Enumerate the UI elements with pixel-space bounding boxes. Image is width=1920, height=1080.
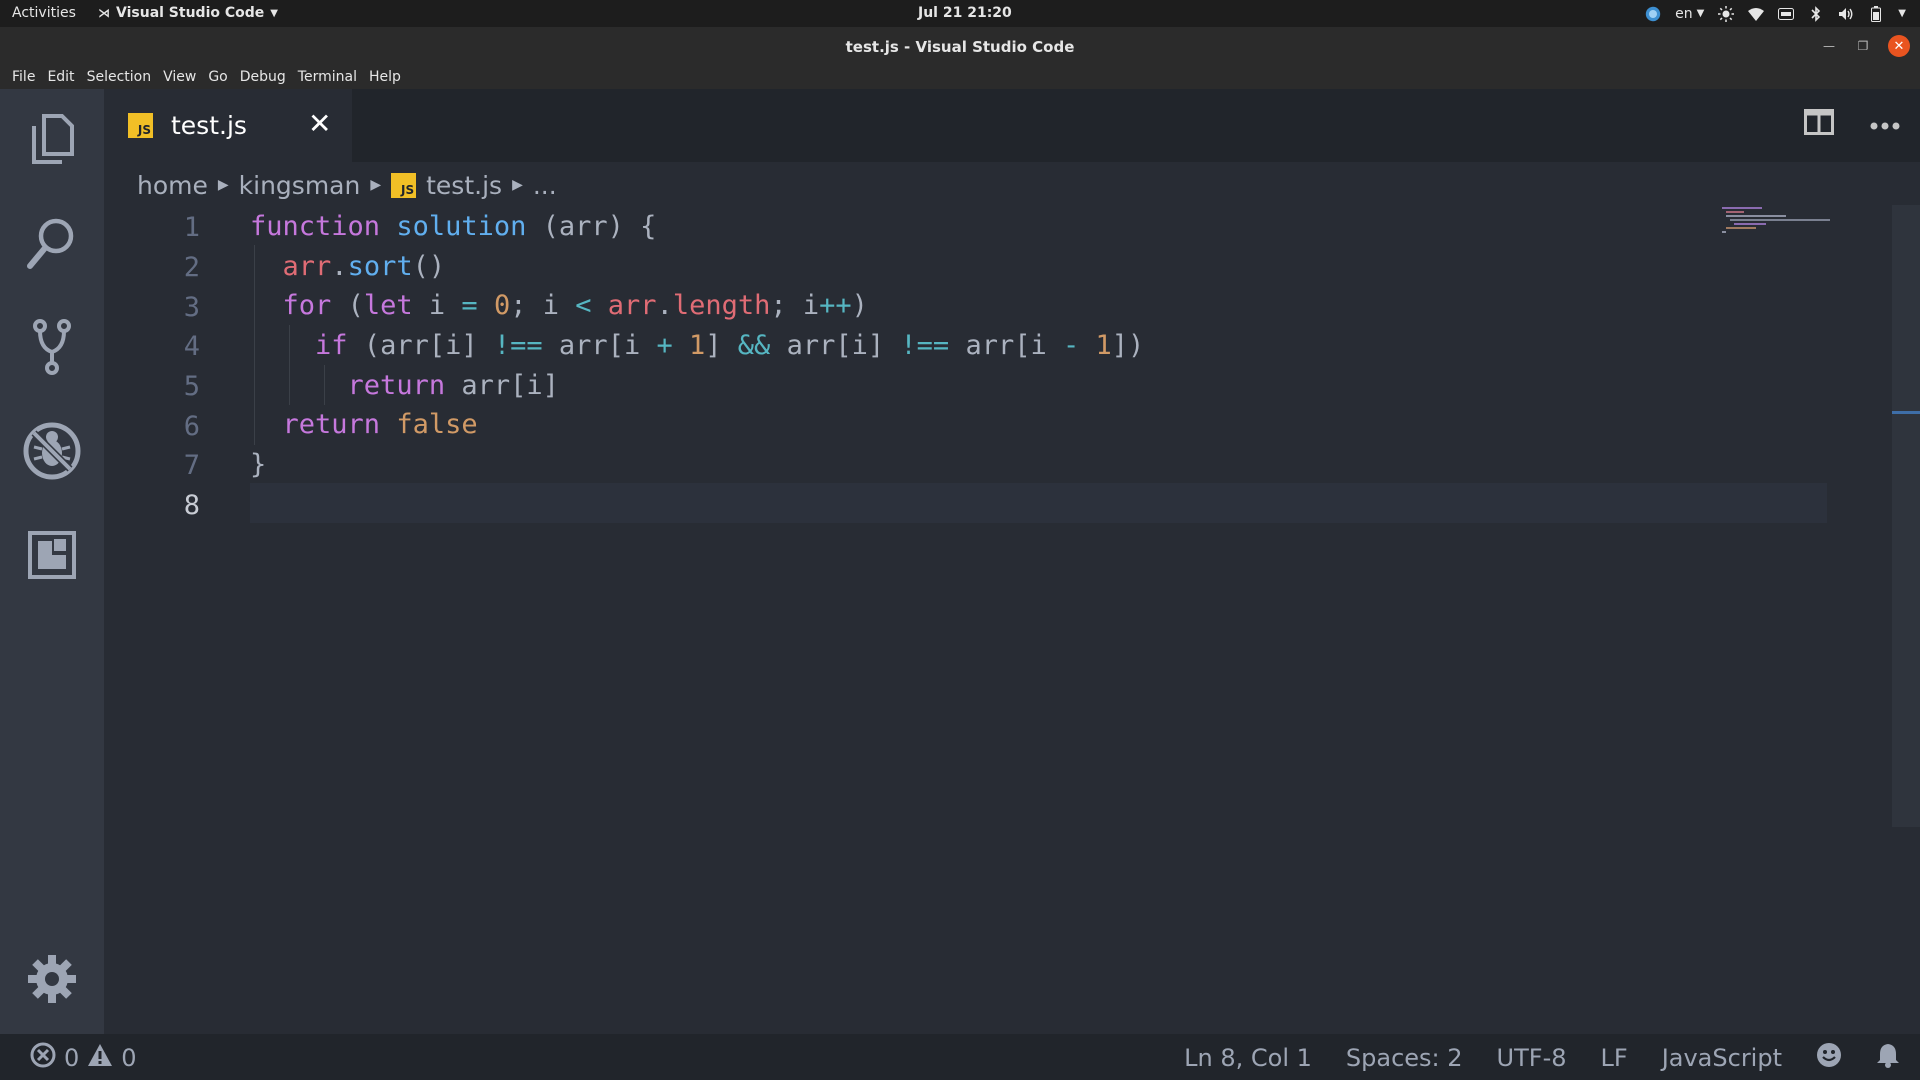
code-line-2: arr.sort()	[282, 251, 446, 282]
chevron-right-icon: ▶	[217, 177, 229, 193]
activity-bar	[0, 89, 104, 1034]
minimap[interactable]	[1722, 205, 1832, 235]
vpn-icon[interactable]	[1778, 6, 1795, 22]
clock[interactable]: Jul 21 21:20	[918, 5, 1012, 21]
menu-debug[interactable]: Debug	[234, 69, 292, 85]
code-editor[interactable]: 1 2 3 4 5 6 7 8 function solution (arr) …	[104, 205, 1892, 1034]
problems-indicator[interactable]: 0 0	[30, 1042, 137, 1074]
debug-icon	[22, 421, 82, 485]
status-bar-right: Ln 8, Col 1 Spaces: 2 UTF-8 LF JavaScrip…	[1184, 1042, 1900, 1074]
search-icon	[26, 216, 78, 274]
chevron-down-icon[interactable]: ▼	[1898, 8, 1906, 19]
status-bar: 0 0 Ln 8, Col 1 Spaces: 2 UTF-8 LF JavaS…	[0, 1034, 1920, 1080]
maximize-button[interactable]: ❐	[1852, 35, 1874, 57]
code-line-5: return arr[i]	[347, 370, 559, 401]
extensions-button[interactable]	[0, 505, 104, 609]
split-editor-icon[interactable]	[1804, 109, 1834, 139]
close-window-button[interactable]: ✕	[1888, 35, 1910, 57]
breadcrumb-symbols[interactable]: ...	[533, 171, 557, 200]
more-actions-icon[interactable]	[1870, 115, 1900, 134]
editor-actions	[1804, 109, 1900, 139]
scrollbar-cursor-marker	[1892, 411, 1920, 414]
extensions-icon	[28, 531, 76, 583]
line-number-active: 8	[183, 490, 200, 521]
battery-icon[interactable]	[1868, 5, 1884, 22]
breadcrumb-kingsman[interactable]: kingsman	[239, 171, 361, 200]
error-icon	[30, 1042, 56, 1074]
tab-test-js[interactable]: JS test.js ✕	[104, 89, 352, 162]
activities-button[interactable]: Activities	[12, 5, 76, 21]
line-number: 7	[183, 450, 200, 481]
menu-selection[interactable]: Selection	[81, 69, 158, 85]
language-selector[interactable]: en ▼	[1675, 6, 1704, 22]
search-button[interactable]	[0, 193, 104, 297]
source-control-button[interactable]	[0, 297, 104, 401]
menu-help[interactable]: Help	[363, 69, 407, 85]
volume-icon[interactable]	[1838, 6, 1854, 22]
window-title: test.js - Visual Studio Code	[845, 38, 1075, 56]
chevron-down-icon: ▼	[270, 7, 278, 19]
manage-button[interactable]	[0, 929, 104, 1033]
line-number: 5	[183, 371, 200, 402]
app-name: Visual Studio Code	[116, 5, 265, 21]
cursor-position[interactable]: Ln 8, Col 1	[1184, 1044, 1312, 1072]
source-control-icon	[32, 318, 72, 380]
window-title-bar: test.js - Visual Studio Code — ❐ ✕	[0, 27, 1920, 65]
encoding[interactable]: UTF-8	[1497, 1044, 1567, 1072]
line-number: 4	[183, 331, 200, 362]
menu-file[interactable]: File	[6, 69, 41, 85]
minimize-button[interactable]: —	[1818, 35, 1840, 57]
language-mode[interactable]: JavaScript	[1662, 1044, 1782, 1072]
breadcrumb-file[interactable]: test.js	[426, 171, 502, 200]
warning-icon	[87, 1043, 113, 1073]
code-line-6: return false	[282, 409, 478, 440]
language-label: en	[1675, 5, 1693, 22]
bluetooth-icon[interactable]	[1808, 5, 1824, 22]
files-icon	[30, 114, 74, 168]
end-of-line[interactable]: LF	[1601, 1044, 1628, 1072]
current-line-highlight	[250, 483, 1827, 523]
code-line-1: function solution (arr) {	[250, 211, 657, 242]
menu-edit[interactable]: Edit	[41, 69, 80, 85]
close-icon[interactable]: ✕	[308, 107, 331, 140]
brightness-icon[interactable]	[1718, 5, 1735, 22]
line-number: 6	[183, 411, 200, 442]
line-number: 1	[183, 212, 200, 243]
error-count: 0	[64, 1044, 80, 1072]
warning-count: 0	[121, 1044, 137, 1072]
system-top-bar: Activities ⋊ Visual Studio Code ▼ Jul 21…	[0, 0, 1920, 27]
chevron-right-icon: ▶	[370, 177, 382, 193]
breadcrumb: home ▶ kingsman ▶ JS test.js ▶ ...	[137, 170, 557, 200]
breadcrumb-home[interactable]: home	[137, 171, 208, 200]
chevron-down-icon: ▼	[1696, 8, 1705, 19]
explorer-button[interactable]	[0, 89, 104, 193]
menu-go[interactable]: Go	[202, 69, 233, 85]
menu-bar: File Edit Selection View Go Debug Termin…	[0, 65, 1920, 89]
app-menu[interactable]: ⋊ Visual Studio Code ▼	[98, 5, 278, 21]
chevron-right-icon: ▶	[512, 177, 523, 193]
line-number: 3	[183, 292, 200, 323]
code-line-7: }	[250, 449, 267, 480]
network-app-icon[interactable]	[1645, 6, 1661, 22]
vertical-scrollbar-thumb[interactable]	[1892, 205, 1920, 827]
tab-label: test.js	[171, 111, 247, 140]
code-line-4: if (arr[i] !== arr[i + 1] && arr[i] !== …	[315, 330, 1145, 361]
notifications-bell-icon[interactable]	[1876, 1042, 1900, 1074]
menu-terminal[interactable]: Terminal	[292, 69, 363, 85]
wifi-icon[interactable]	[1748, 6, 1765, 22]
code-line-3: for (let i = 0; i < arr.length; i++)	[282, 290, 868, 321]
line-number: 2	[183, 252, 200, 283]
system-tray[interactable]: en ▼ ▼	[1645, 3, 1906, 24]
debug-button[interactable]	[0, 401, 104, 505]
indentation[interactable]: Spaces: 2	[1346, 1044, 1463, 1072]
vscode-icon: ⋊	[98, 6, 110, 20]
menu-view[interactable]: View	[157, 69, 202, 85]
feedback-smiley-icon[interactable]	[1816, 1042, 1842, 1074]
editor-tabs-bar: JS test.js ✕	[104, 89, 1920, 162]
javascript-file-icon: JS	[128, 113, 153, 138]
gear-icon	[28, 955, 76, 1007]
javascript-file-icon: JS	[391, 172, 417, 198]
